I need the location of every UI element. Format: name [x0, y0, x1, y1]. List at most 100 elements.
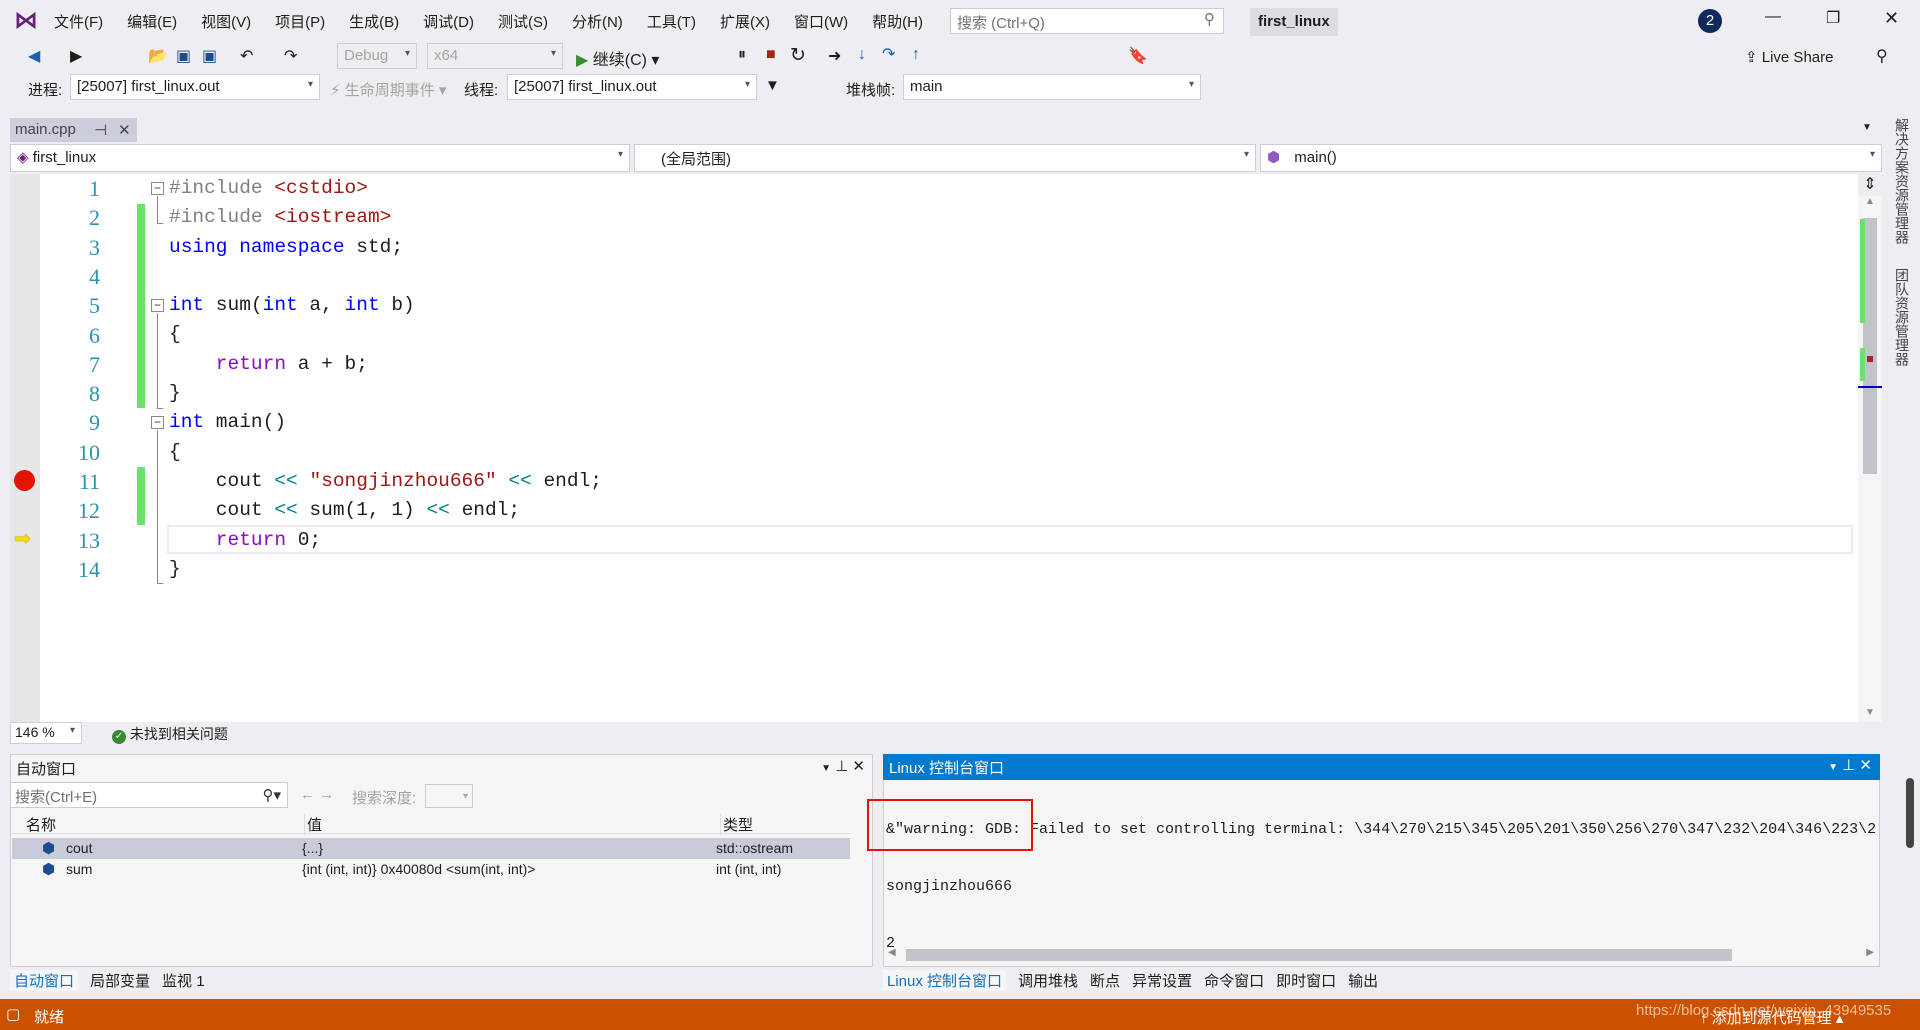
panel-tab[interactable]: 输出	[1348, 970, 1378, 991]
issues-indicator[interactable]: ✓ 未找到相关问题	[112, 724, 228, 744]
code-token: endl;	[531, 469, 602, 492]
close-panel-icon[interactable]: ✕	[852, 758, 865, 775]
show-next-statement-icon[interactable]: ➜	[828, 46, 841, 66]
console-output[interactable]: &"warning: GDB: Failed to set controllin…	[886, 782, 1876, 972]
scroll-right-icon[interactable]: ▶	[1866, 947, 1874, 958]
project-scope-dropdown[interactable]: ◈ first_linux ▾	[10, 144, 630, 172]
breakpoint-marker	[1867, 356, 1873, 362]
panel-tab[interactable]: Linux 控制台窗口	[883, 970, 1007, 991]
thread-dropdown[interactable]: [25007] first_linux.out ▾	[507, 74, 757, 100]
close-button[interactable]: ✕	[1884, 8, 1899, 29]
close-panel-icon[interactable]: ✕	[1859, 757, 1872, 774]
menu-item[interactable]: 扩展(X)	[720, 11, 770, 32]
global-scope-dropdown[interactable]: (全局范围) ▾	[634, 144, 1256, 172]
pin-icon[interactable]: ⊥	[835, 758, 848, 775]
fold-toggle-icon[interactable]: −	[151, 182, 164, 195]
lifecycle-events-button[interactable]: ⚡ 生命周期事件 ▾	[330, 79, 446, 100]
code-content: #include <cstdio> #include <iostream> usin…	[169, 174, 602, 584]
table-row[interactable]: ⬢ cout {...} std::ostream	[12, 838, 850, 859]
live-share-button[interactable]: ⇪ Live Share	[1745, 48, 1833, 66]
stop-icon[interactable]: ■	[766, 46, 776, 64]
feedback-icon[interactable]: ⚲	[1876, 46, 1888, 66]
table-row[interactable]: ⬢ sum {int (int, int)} 0x40080d <sum(int…	[12, 859, 850, 880]
scroll-left-icon[interactable]: ◀	[888, 947, 896, 958]
breakpoint-margin[interactable]	[10, 174, 40, 722]
close-tab-icon[interactable]: ✕	[118, 121, 131, 139]
bookmark-icon[interactable]: 🔖	[1128, 46, 1148, 66]
filter-icon[interactable]: ▼	[765, 77, 780, 94]
panel-tab[interactable]: 局部变量	[90, 970, 150, 991]
scrollbar-thumb[interactable]	[906, 949, 1732, 961]
panel-tab[interactable]: 调用堆栈	[1018, 970, 1078, 991]
fold-toggle-icon[interactable]: −	[151, 416, 164, 429]
save-icon[interactable]: ▣	[176, 46, 191, 66]
forward-icon[interactable]: ▶	[70, 46, 82, 66]
panel-tab[interactable]: 监视 1	[162, 970, 205, 991]
platform-dropdown[interactable]: x64 ▾	[427, 43, 563, 69]
undo-icon[interactable]: ↶	[240, 46, 253, 66]
menu-item[interactable]: 帮助(H)	[872, 11, 923, 32]
panel-menu-icon[interactable]: ▼	[1828, 762, 1838, 773]
code-token: int	[169, 411, 205, 434]
column-header[interactable]: 值	[304, 814, 322, 835]
panel-tab[interactable]: 命令窗口	[1204, 970, 1264, 991]
menu-item[interactable]: 调试(D)	[423, 11, 474, 32]
continue-button[interactable]: ▶ 继续(C) ▾	[576, 46, 659, 70]
panel-tab[interactable]: 断点	[1090, 970, 1120, 991]
search-icon[interactable]: ⚲▾	[262, 786, 281, 804]
open-folder-icon[interactable]: 📂	[148, 46, 168, 66]
redo-icon[interactable]: ↷	[284, 46, 297, 66]
step-out-icon[interactable]: ↑	[912, 46, 920, 64]
column-header[interactable]: 名称	[26, 814, 56, 835]
back-icon[interactable]: ◀	[28, 46, 40, 66]
panel-tab[interactable]: 即时窗口	[1276, 970, 1336, 991]
stack-frame-dropdown[interactable]: main ▾	[903, 74, 1201, 100]
restart-icon[interactable]: ↻	[790, 44, 806, 67]
menu-item[interactable]: 工具(T)	[647, 11, 696, 32]
scroll-up-icon[interactable]: ▲	[1858, 196, 1882, 207]
process-dropdown[interactable]: [25007] first_linux.out ▾	[70, 74, 320, 100]
pause-icon[interactable]: ⏸	[738, 46, 746, 64]
menu-item[interactable]: 编辑(E)	[127, 11, 177, 32]
vertical-scrollbar[interactable]: ▲ ▼	[1858, 196, 1882, 722]
function-scope-dropdown[interactable]: ⬢ main() ▾	[1260, 144, 1882, 172]
menu-item[interactable]: 窗口(W)	[794, 11, 848, 32]
minimize-button[interactable]: —	[1765, 8, 1781, 26]
menu-item[interactable]: 生成(B)	[349, 11, 399, 32]
autos-search-input[interactable]: 搜索(Ctrl+E) ⚲▾	[10, 782, 288, 808]
panel-tab[interactable]: 自动窗口	[10, 970, 79, 991]
horizontal-scrollbar[interactable]: ◀ ▶	[886, 947, 1876, 963]
step-over-icon[interactable]: ↷	[882, 44, 895, 64]
panel-tab[interactable]: 异常设置	[1132, 970, 1192, 991]
tab-overflow-icon[interactable]: ▼	[1862, 122, 1872, 133]
breakpoint-icon[interactable]	[14, 470, 35, 491]
scrollbar-thumb[interactable]	[1863, 218, 1877, 474]
menu-item[interactable]: 文件(F)	[54, 11, 103, 32]
search-depth-dropdown[interactable]: ▾	[425, 784, 473, 808]
config-dropdown[interactable]: Debug ▾	[337, 43, 417, 69]
panel-menu-icon[interactable]: ▼	[821, 763, 831, 774]
source-control-button[interactable]: ↑ 添加到源代码管理 ▴	[1700, 1007, 1843, 1028]
restore-button[interactable]: ❐	[1826, 8, 1840, 28]
side-tab-solution-explorer[interactable]: 解决方案资源管理器	[1888, 118, 1912, 244]
save-all-icon[interactable]: ▣	[202, 46, 217, 66]
menu-item[interactable]: 视图(V)	[201, 11, 251, 32]
search-back-icon[interactable]: ← →	[300, 786, 334, 803]
zoom-dropdown[interactable]: 146 % ▾	[10, 722, 82, 744]
step-into-icon[interactable]: ↓	[858, 46, 866, 64]
pin-icon[interactable]: ⊥	[1842, 757, 1855, 774]
column-header[interactable]: 类型	[720, 814, 753, 835]
row-value: {...}	[302, 840, 324, 856]
search-box[interactable]: 搜索 (Ctrl+Q) ⚲	[950, 8, 1224, 34]
menu-item[interactable]: 项目(P)	[275, 11, 325, 32]
scroll-down-icon[interactable]: ▼	[1858, 707, 1882, 718]
notification-badge[interactable]: 2	[1698, 9, 1722, 33]
side-tab-team-explorer[interactable]: 团队资源管理器	[1888, 268, 1912, 366]
menu-item[interactable]: 测试(S)	[498, 11, 548, 32]
split-editor-icon[interactable]: ⇕	[1858, 174, 1882, 196]
menu-item[interactable]: 分析(N)	[572, 11, 623, 32]
row-type: int (int, int)	[716, 861, 782, 877]
pin-icon[interactable]: ⊣	[94, 121, 107, 139]
fold-toggle-icon[interactable]: −	[151, 299, 164, 312]
tab-main-cpp[interactable]: main.cpp ⊣ ✕	[10, 118, 137, 142]
